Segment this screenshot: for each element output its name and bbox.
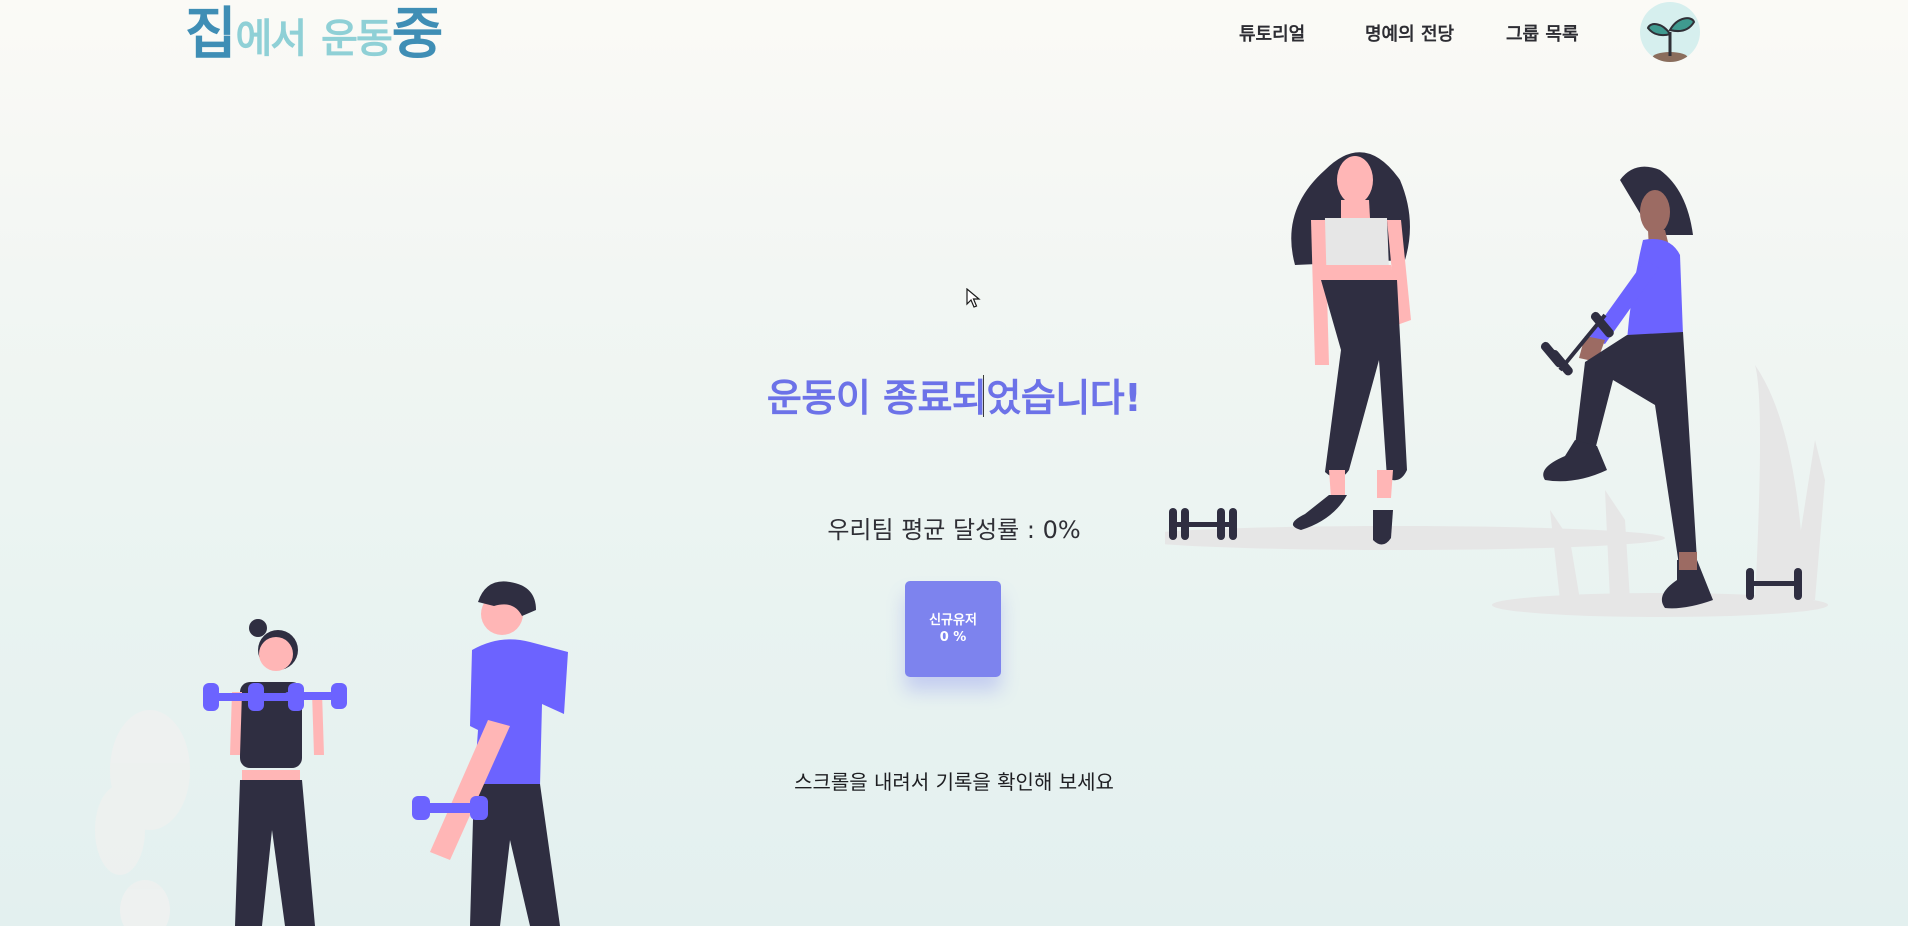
logo-text-eseo: 에서 — [235, 16, 308, 62]
member-achievement-card[interactable]: 신규유저 0 % — [905, 581, 1001, 677]
logo-text-undong: 운동 — [321, 16, 393, 62]
site-logo[interactable]: 집 에서 운동 중 — [185, 2, 444, 67]
logo-text-jip: 집 — [185, 2, 237, 67]
member-percent: 0 % — [939, 630, 967, 645]
text-caret — [983, 375, 984, 417]
nav-hall-of-fame[interactable]: 명예의 전당 — [1365, 20, 1454, 46]
member-name: 신규유저 — [929, 613, 977, 628]
nav-tutorial[interactable]: 튜토리얼 — [1239, 20, 1305, 46]
workout-illustration-right — [1165, 152, 1828, 617]
top-navigation-bar: 집 에서 운동 중 튜토리얼 명예의 전당 그룹 목록 — [0, 0, 1908, 75]
nav-group-list[interactable]: 그룹 목록 — [1506, 20, 1579, 46]
sprout-icon — [1646, 17, 1696, 62]
workout-illustration-left — [95, 581, 568, 926]
logo-text-jung: 중 — [391, 2, 444, 67]
mouse-pointer-icon — [966, 288, 981, 308]
user-avatar[interactable] — [1640, 2, 1700, 62]
